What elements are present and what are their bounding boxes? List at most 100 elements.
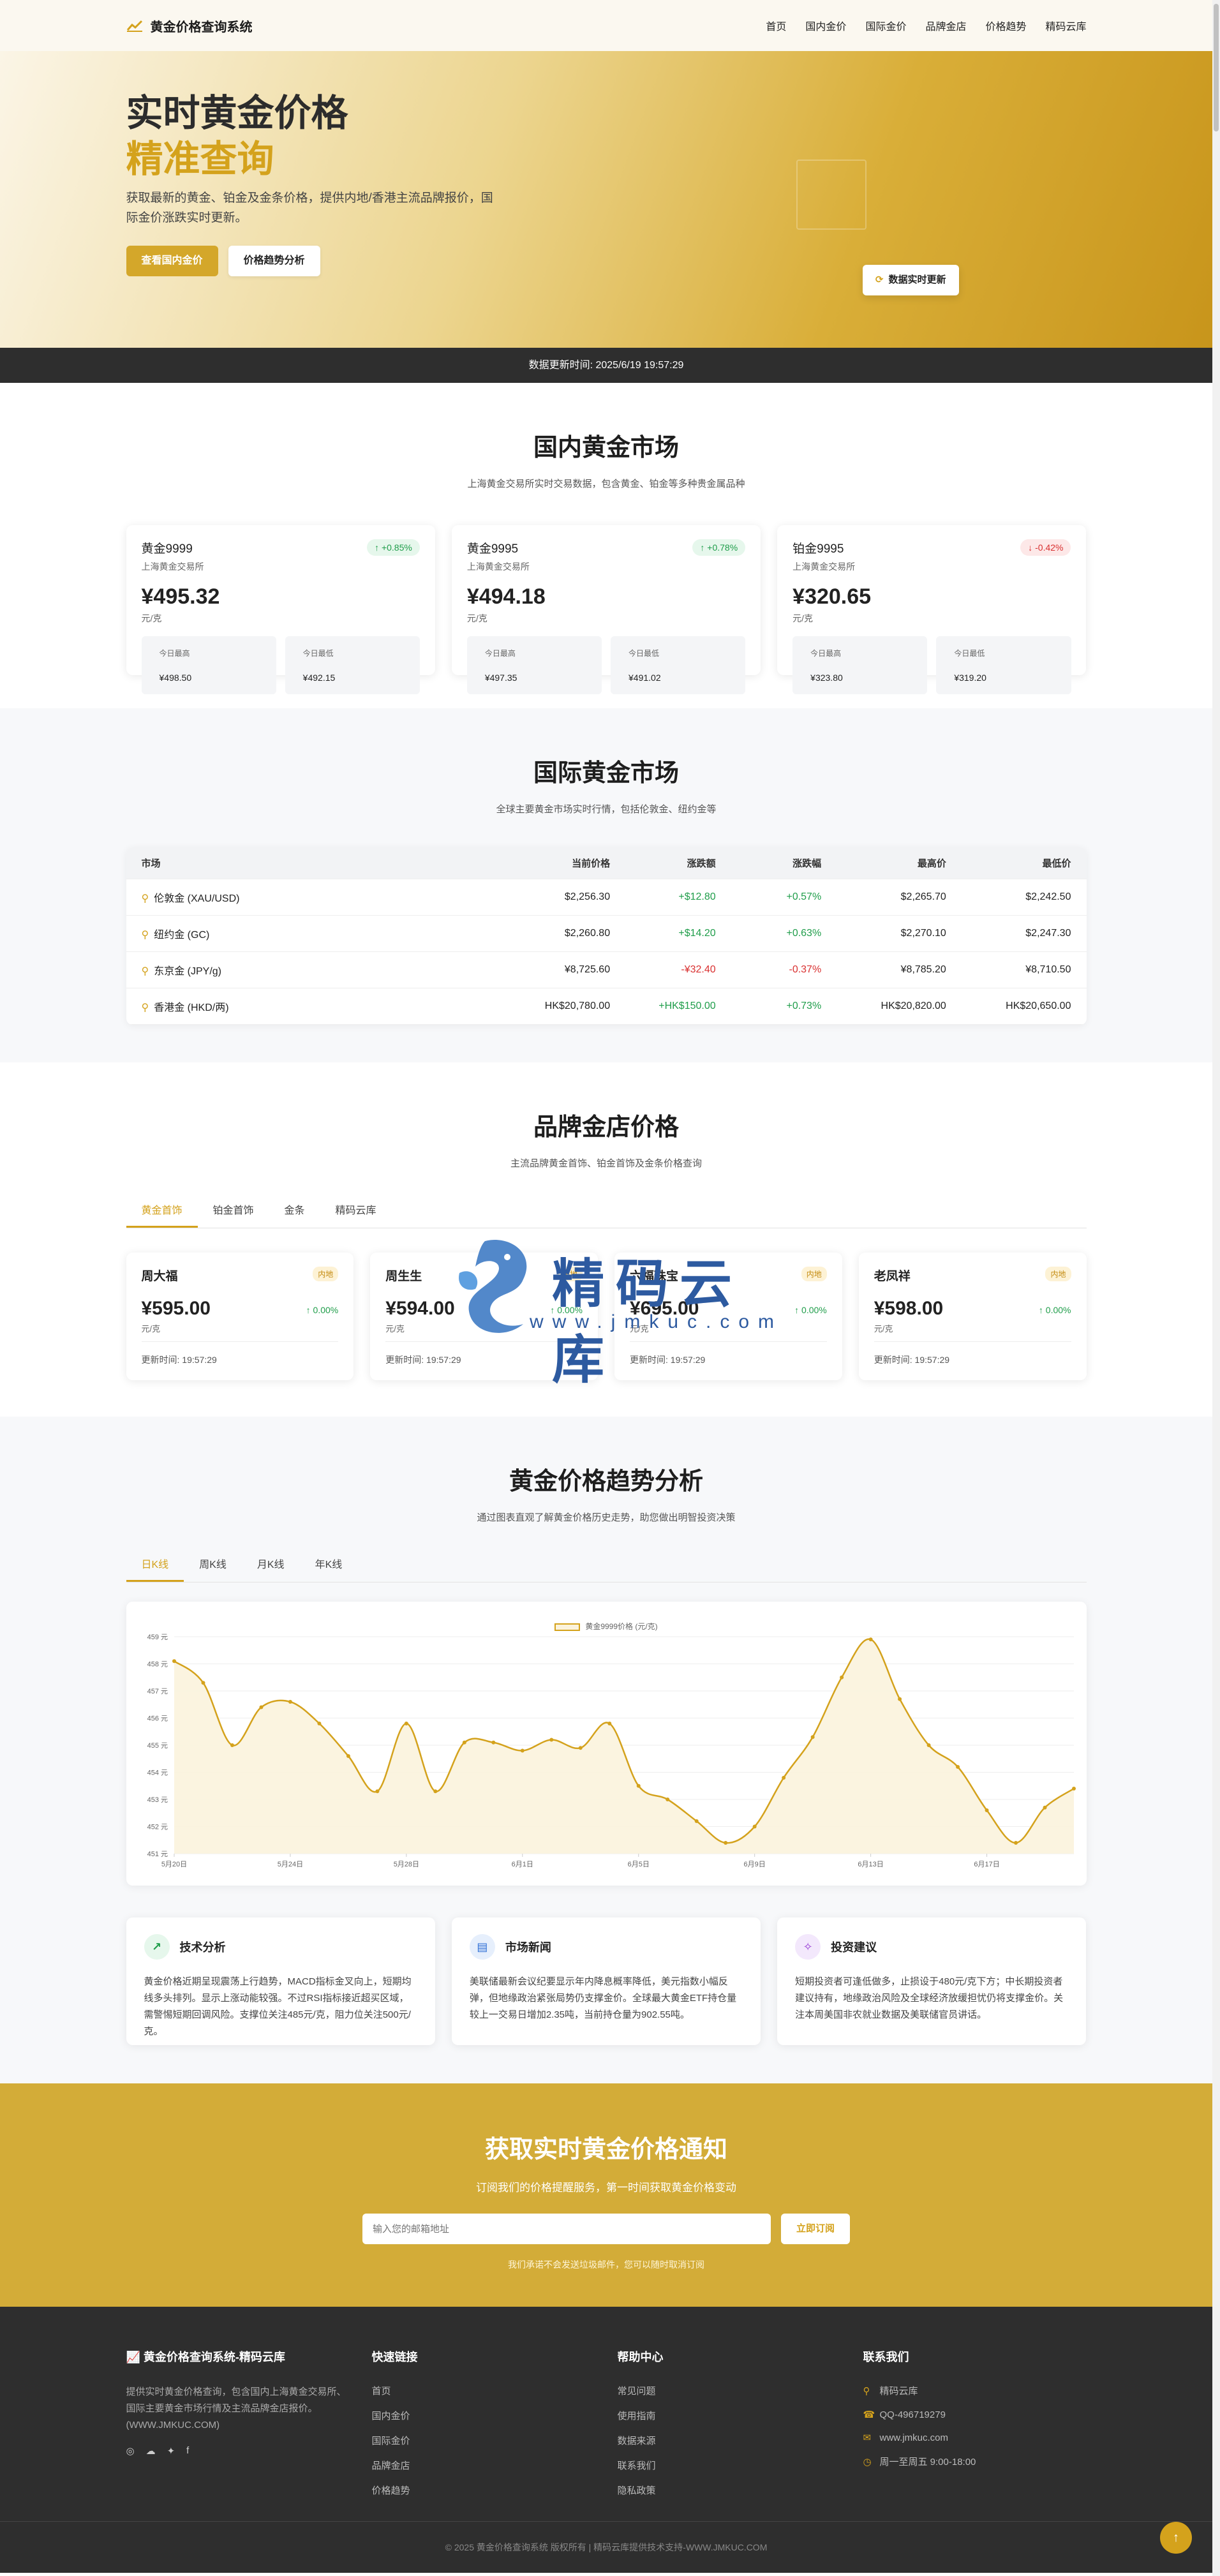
footer-link-privacy[interactable]: 隐私政策 — [618, 2483, 863, 2497]
help-center-title: 帮助中心 — [617, 2351, 664, 2364]
price-card[interactable]: 黄金9995 上海黄金交易所 ↑ +0.78% ¥494.18 元/克 今日最高 ¥497.… — [451, 525, 761, 694]
footer-link-trend[interactable]: 价格趋势 — [372, 2483, 618, 2497]
analysis-card: ✧ 投资建议 短期投资者可逢低做多，止损设于480元/克下方；中长期投资者建议持有，… — [777, 1917, 1087, 2045]
nav-link-trend[interactable]: 价格趋势 — [985, 18, 1026, 33]
contact-text: QQ-496719279 — [879, 2409, 946, 2420]
chart-line-icon — [126, 20, 142, 32]
price-unit: 元/克 — [141, 613, 162, 623]
location-pin-icon: ⚲ — [141, 1002, 149, 1013]
trend-section: 黄金价格趋势分析 通过图表直观了解黄金价格历史走势，助您做出明智投资决策 日K线… — [0, 1417, 1212, 2083]
x-tick-label: 6月5日 — [627, 1861, 649, 1868]
nav-link-jmkuc[interactable]: 精码云库 — [1045, 18, 1086, 33]
brand-card[interactable]: 老凤祥 内地 ¥598.00 元/克 ↑ 0.00% 更新时间: 19:57:29 — [858, 1253, 1087, 1380]
tab-jmkuc[interactable]: 精码云库 — [320, 1202, 392, 1228]
facebook-icon[interactable]: f — [186, 2445, 189, 2457]
today-low: 今日最低 ¥491.02 — [611, 636, 746, 694]
footer-link-guide[interactable]: 使用指南 — [618, 2409, 863, 2422]
data-point — [665, 1798, 669, 1801]
email-input[interactable] — [362, 2214, 771, 2244]
price-card[interactable]: 铂金9995 上海黄金交易所 ↓ -0.42% ¥320.65 元/克 今日最高 ¥323.… — [777, 525, 1087, 694]
low-label: 今日最低 — [945, 642, 1062, 664]
footer-link-contact[interactable]: 联系我们 — [618, 2459, 863, 2472]
y-tick-label: 455 元 — [147, 1742, 167, 1750]
location-pin-icon: ⚲ — [141, 893, 149, 904]
arrow-up-icon: ↑ — [794, 1305, 802, 1315]
change-value: +0.85% — [381, 542, 412, 553]
market-name: 东京金 (JPY/g) — [154, 966, 222, 977]
hero-banner: 实时黄金价格 精准查询 获取最新的黄金、铂金及金条价格，提供内地/香港主流品牌报… — [0, 51, 1212, 348]
section-subtitle: 全球主要黄金市场实时行情，包括伦敦金、纽约金等 — [496, 804, 717, 815]
page-scrollbar[interactable] — [1212, 0, 1220, 2576]
scrollbar-thumb[interactable] — [1214, 4, 1219, 131]
price-card[interactable]: 黄金9999 上海黄金交易所 ↑ +0.85% ¥495.32 元/克 今日最高 ¥498.… — [126, 525, 435, 694]
change-cell: +$12.80 — [678, 891, 716, 902]
change-indicator: ↑ 0.00% — [306, 1305, 339, 1315]
clock-icon: ◷ — [863, 2457, 872, 2468]
data-point — [462, 1740, 466, 1745]
tab-gold-jewelry[interactable]: 黄金首饰 — [126, 1202, 198, 1228]
view-domestic-button[interactable]: 查看国内金价 — [126, 246, 218, 276]
data-point — [200, 1681, 205, 1685]
region-badge: 内地 — [1045, 1267, 1071, 1281]
tab-daily-kline[interactable]: 日K线 — [126, 1556, 184, 1582]
footer-link-home[interactable]: 首页 — [372, 2384, 618, 2397]
dragon-logo-icon — [459, 1240, 527, 1333]
column-header: 最低价 — [1042, 858, 1071, 869]
weibo-icon[interactable]: ◎ — [126, 2445, 135, 2457]
data-point — [897, 1697, 902, 1701]
chart-legend[interactable]: 黄金9999价格 (元/克) — [126, 1621, 1087, 1632]
column-header: 当前价格 — [572, 858, 611, 869]
refresh-icon: ⟳ — [875, 274, 884, 285]
trend-analysis-button[interactable]: 价格趋势分析 — [228, 246, 320, 276]
tab-monthly-kline[interactable]: 月K线 — [242, 1556, 300, 1582]
footer-link-data-source[interactable]: 数据来源 — [618, 2434, 863, 2447]
footer-link-brands[interactable]: 品牌金店 — [372, 2459, 618, 2472]
market-cell: ⚲ 纽约金 (GC) — [126, 926, 510, 941]
data-point — [607, 1722, 611, 1725]
phone-icon: ☎ — [863, 2409, 875, 2420]
brand-name: 黄金价格查询系统 — [150, 20, 253, 34]
table-row[interactable]: ⚲ 伦敦金 (XAU/USD) $2,256.30 +$12.80 +0.57% $2,2… — [126, 879, 1087, 916]
nav-link-brands[interactable]: 品牌金店 — [925, 18, 966, 33]
change-cell: +$14.20 — [678, 928, 716, 939]
tab-yearly-kline[interactable]: 年K线 — [300, 1556, 358, 1582]
tab-gold-bar[interactable]: 金条 — [269, 1202, 320, 1228]
high-cell: ¥8,785.20 — [900, 964, 946, 975]
data-point — [433, 1789, 437, 1794]
subscribe-button[interactable]: 立即订阅 — [780, 2214, 850, 2244]
table-row[interactable]: ⚲ 香港金 (HKD/两) HK$20,780.00 +HK$150.00 +0.73%… — [126, 988, 1087, 1025]
main-nav: 首页 国内金价 国际金价 品牌金店 价格趋势 精码云库 — [766, 18, 1086, 33]
price-cell: $2,260.80 — [564, 928, 611, 939]
nav-link-home[interactable]: 首页 — [766, 18, 786, 33]
change-badge: ↑ +0.85% — [367, 539, 420, 556]
table-header: 市场 当前价格 涨跌额 涨跌幅 最高价 最低价 — [126, 847, 1087, 879]
data-point — [578, 1746, 583, 1750]
twitter-icon[interactable]: ✦ — [167, 2445, 175, 2457]
high-label: 今日最高 — [475, 642, 593, 664]
back-to-top-button[interactable]: ↑ — [1160, 2522, 1192, 2554]
table-row[interactable]: ⚲ 东京金 (JPY/g) ¥8,725.60 -¥32.40 -0.37% ¥8,785… — [126, 952, 1087, 988]
tab-platinum-jewelry[interactable]: 铂金首饰 — [198, 1202, 269, 1228]
low-value: ¥491.02 — [620, 667, 737, 689]
brand-card[interactable]: 周大福 内地 ¥595.00 元/克 ↑ 0.00% 更新时间: 19:57:29 — [126, 1253, 354, 1380]
footer-link-international[interactable]: 国际金价 — [372, 2434, 618, 2447]
footer-link-domestic[interactable]: 国内金价 — [372, 2409, 618, 2422]
data-point — [172, 1659, 176, 1664]
nav-link-international[interactable]: 国际金价 — [865, 18, 906, 33]
card-text: 美联储最新会议纪要显示年内降息概率降低，美元指数小幅反弹，但地缘政治紧张局势仍支… — [469, 1976, 737, 2020]
footer-link-faq[interactable]: 常见问题 — [618, 2384, 863, 2397]
table-row[interactable]: ⚲ 纽约金 (GC) $2,260.80 +$14.20 +0.63% $2,270.10… — [126, 916, 1087, 952]
low-cell: $2,247.30 — [1025, 928, 1071, 939]
card-title: 投资建议 — [831, 1941, 877, 1954]
data-point — [549, 1738, 553, 1742]
brand-logo[interactable]: 黄金价格查询系统 — [126, 17, 253, 35]
subscribe-section: 获取实时黄金价格通知 订阅我们的价格提醒服务，第一时间获取黄金价格变动 立即订阅… — [0, 2083, 1212, 2307]
legend-swatch — [554, 1623, 581, 1631]
tab-weekly-kline[interactable]: 周K线 — [184, 1556, 242, 1582]
wechat-icon[interactable]: ☁ — [146, 2445, 156, 2457]
x-tick-label: 5月20日 — [161, 1861, 186, 1868]
section-subtitle: 主流品牌黄金首饰、铂金首饰及金条价格查询 — [510, 1158, 702, 1169]
percent-cell: +0.57% — [786, 891, 822, 902]
nav-link-domestic[interactable]: 国内金价 — [805, 18, 846, 33]
market-cell: ⚲ 香港金 (HKD/两) — [126, 999, 510, 1014]
